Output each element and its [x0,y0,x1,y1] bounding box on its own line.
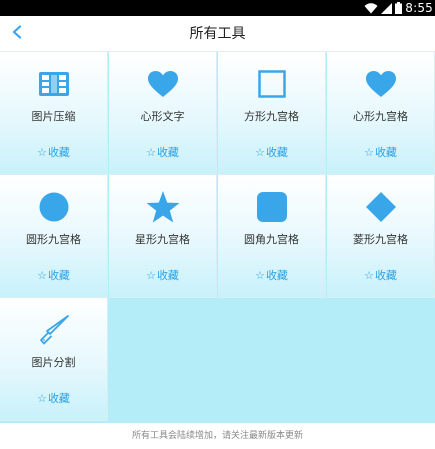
favorite-button[interactable]: ☆ 收藏 [109,144,216,160]
tool-name: 心形文字 [140,110,185,123]
star-outline-icon: ☆ [364,268,374,282]
favorite-button[interactable]: ☆ 收藏 [218,144,325,160]
tool-name: 图片分割 [31,356,76,369]
star-outline-icon: ☆ [364,145,374,159]
square-outline-icon [218,68,325,100]
tool-name: 方形九宫格 [244,110,299,123]
favorite-button[interactable]: ☆ 收藏 [218,267,325,283]
favorite-button[interactable]: ☆ 收藏 [109,267,216,283]
tools-grid: 图片压缩 ☆ 收藏 心形文字 ☆ 收藏 方形九宫格 ☆ 收藏 心形九宫格 ☆ 收藏 圆形… [0,52,435,423]
knife-icon [0,314,107,346]
wifi-icon [364,0,378,18]
tool-name: 圆形九宫格 [26,233,81,246]
star-outline-icon: ☆ [146,145,156,159]
tool-heart-text[interactable]: 心形文字 ☆ 收藏 [109,52,217,175]
favorite-button[interactable]: ☆ 收藏 [327,144,434,160]
star-outline-icon: ☆ [146,268,156,282]
heart-icon [109,68,216,100]
footer-note: 所有工具会陆续增加，请关注最新版本更新 [0,423,435,445]
tool-name: 图片压缩 [31,110,76,123]
star-outline-icon: ☆ [37,145,47,159]
page-title: 所有工具 [189,26,246,42]
tool-name: 圆角九宫格 [244,233,299,246]
battery-icon [395,0,403,18]
tool-diamond-grid[interactable]: 菱形九宫格 ☆ 收藏 [327,175,435,298]
star-outline-icon: ☆ [37,391,47,405]
heart-icon [327,68,434,100]
favorite-button[interactable]: ☆ 收藏 [0,267,107,283]
favorite-button[interactable]: ☆ 收藏 [0,144,107,160]
tool-circle-grid[interactable]: 圆形九宫格 ☆ 收藏 [0,175,108,298]
tool-image-split[interactable]: 图片分割 ☆ 收藏 [0,298,108,421]
tool-star-grid[interactable]: 星形九宫格 ☆ 收藏 [109,175,217,298]
star-icon [109,191,216,223]
tool-heart-grid[interactable]: 心形九宫格 ☆ 收藏 [327,52,435,175]
grid-compress-icon [0,68,107,100]
star-outline-icon: ☆ [255,268,265,282]
star-outline-icon: ☆ [37,268,47,282]
diamond-icon [327,191,434,223]
signal-icon [381,0,393,18]
tool-name: 心形九宫格 [353,110,408,123]
favorite-button[interactable]: ☆ 收藏 [0,390,107,406]
status-time: 8:55 [405,1,433,15]
status-icons: 8:55 [364,0,435,16]
status-bar: 8:55 [0,0,435,16]
tool-name: 星形九宫格 [135,233,190,246]
app-header: 所有工具 [0,16,435,52]
rounded-square-icon [218,191,325,223]
tool-name: 菱形九宫格 [353,233,408,246]
tool-image-compress[interactable]: 图片压缩 ☆ 收藏 [0,52,108,175]
tool-square-grid[interactable]: 方形九宫格 ☆ 收藏 [218,52,326,175]
tool-rounded-grid[interactable]: 圆角九宫格 ☆ 收藏 [218,175,326,298]
star-outline-icon: ☆ [255,145,265,159]
favorite-button[interactable]: ☆ 收藏 [327,267,434,283]
circle-icon [0,191,107,223]
